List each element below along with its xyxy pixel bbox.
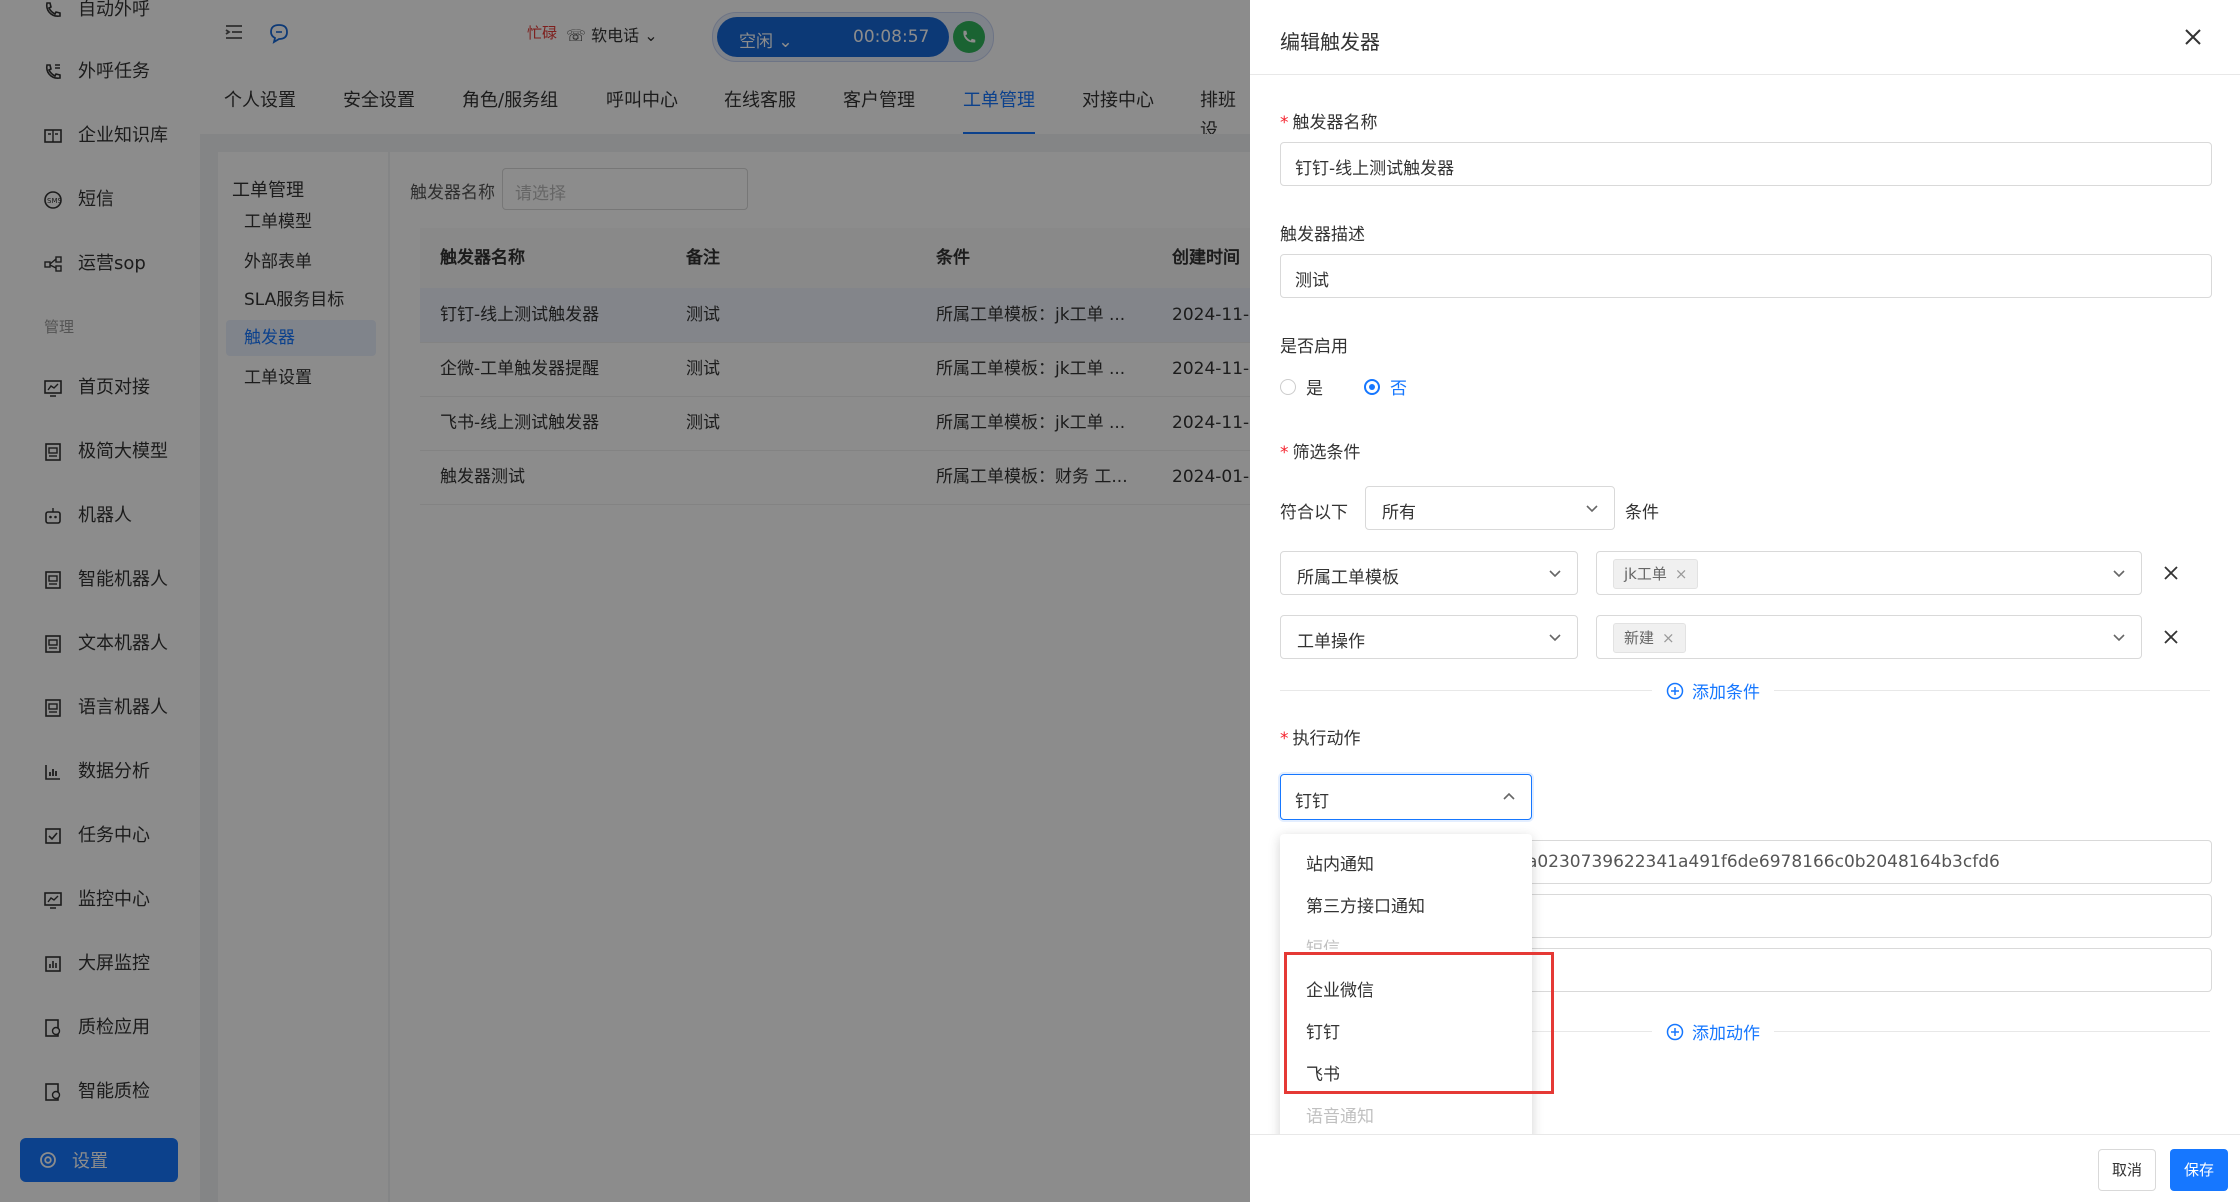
trigger-desc-label: 触发器描述 (1280, 225, 1365, 245)
tag-close-icon[interactable]: × (1662, 629, 1675, 647)
required-mark: * (1280, 443, 1289, 463)
required-mark: * (1280, 729, 1289, 749)
tag-chip: jk工单 × (1613, 559, 1699, 589)
trigger-name-input[interactable]: 钉钉-线上测试触发器 (1280, 142, 2212, 186)
enable-label: 是否启用 (1280, 337, 1348, 357)
close-icon[interactable] (2182, 26, 2204, 48)
trigger-desc-input[interactable]: 测试 (1280, 254, 2212, 298)
trigger-name-label: * 触发器名称 (1280, 113, 1378, 133)
radio-dot (1280, 378, 1296, 395)
app-root: 自动外呼 外呼任务 企业知识库 SMS 短信 运营sop 管理 首页对接 极简大… (0, 0, 2240, 1203)
plus-circle-icon (1666, 682, 1684, 700)
option-sms[interactable]: 短信 (1306, 934, 1340, 950)
chevron-down-icon (2113, 634, 2125, 642)
edit-trigger-drawer: 编辑触发器 * 触发器名称 钉钉-线上测试触发器 触发器描述 测试 是否启用 是 … (1250, 0, 2240, 1203)
action-label: * 执行动作 (1280, 729, 1361, 749)
match-prefix: 符合以下 (1280, 503, 1348, 523)
chevron-down-icon (1586, 505, 1598, 513)
chevron-up-icon (1503, 792, 1515, 800)
filter-condition-label: * 筛选条件 (1280, 443, 1361, 463)
condition-value-select[interactable]: 新建 × (1596, 615, 2142, 659)
modal-overlay[interactable] (0, 0, 1250, 1202)
condition-field-select[interactable]: 所属工单模板 (1280, 551, 1578, 595)
remove-condition-icon[interactable] (2162, 564, 2180, 582)
enable-no-radio[interactable]: 否 (1364, 374, 1407, 399)
match-mode-select[interactable]: 所有 (1365, 486, 1615, 530)
option-voice[interactable]: 语音通知 (1306, 1102, 1374, 1127)
chevron-down-icon (1549, 634, 1561, 642)
remove-condition-icon[interactable] (2162, 628, 2180, 646)
option-site-notice[interactable]: 站内通知 (1306, 850, 1374, 875)
highlight-box (1284, 952, 1554, 1094)
condition-value-select[interactable]: jk工单 × (1596, 551, 2142, 595)
enable-yes-radio[interactable]: 是 (1280, 374, 1323, 399)
drawer-footer: 取消 保存 (1250, 1134, 2240, 1203)
action-type-select[interactable]: 钉钉 (1280, 774, 1532, 820)
required-mark: * (1280, 113, 1289, 133)
chevron-down-icon (1549, 570, 1561, 578)
drawer-title: 编辑触发器 (1280, 30, 1380, 54)
tag-close-icon[interactable]: × (1675, 565, 1688, 583)
match-suffix: 条件 (1625, 503, 1659, 523)
condition-field-select[interactable]: 工单操作 (1280, 615, 1578, 659)
tag-chip: 新建 × (1613, 623, 1686, 653)
cancel-button[interactable]: 取消 (2098, 1149, 2156, 1191)
chevron-down-icon (2113, 570, 2125, 578)
drawer-header: 编辑触发器 (1250, 0, 2240, 75)
add-condition-button[interactable]: 添加条件 (1652, 678, 1774, 703)
save-button[interactable]: 保存 (2170, 1149, 2228, 1191)
divider (1280, 690, 1660, 691)
option-third-party[interactable]: 第三方接口通知 (1306, 892, 1425, 917)
plus-circle-icon (1666, 1023, 1684, 1041)
radio-dot (1364, 378, 1380, 395)
add-action-button[interactable]: 添加动作 (1652, 1019, 1774, 1044)
